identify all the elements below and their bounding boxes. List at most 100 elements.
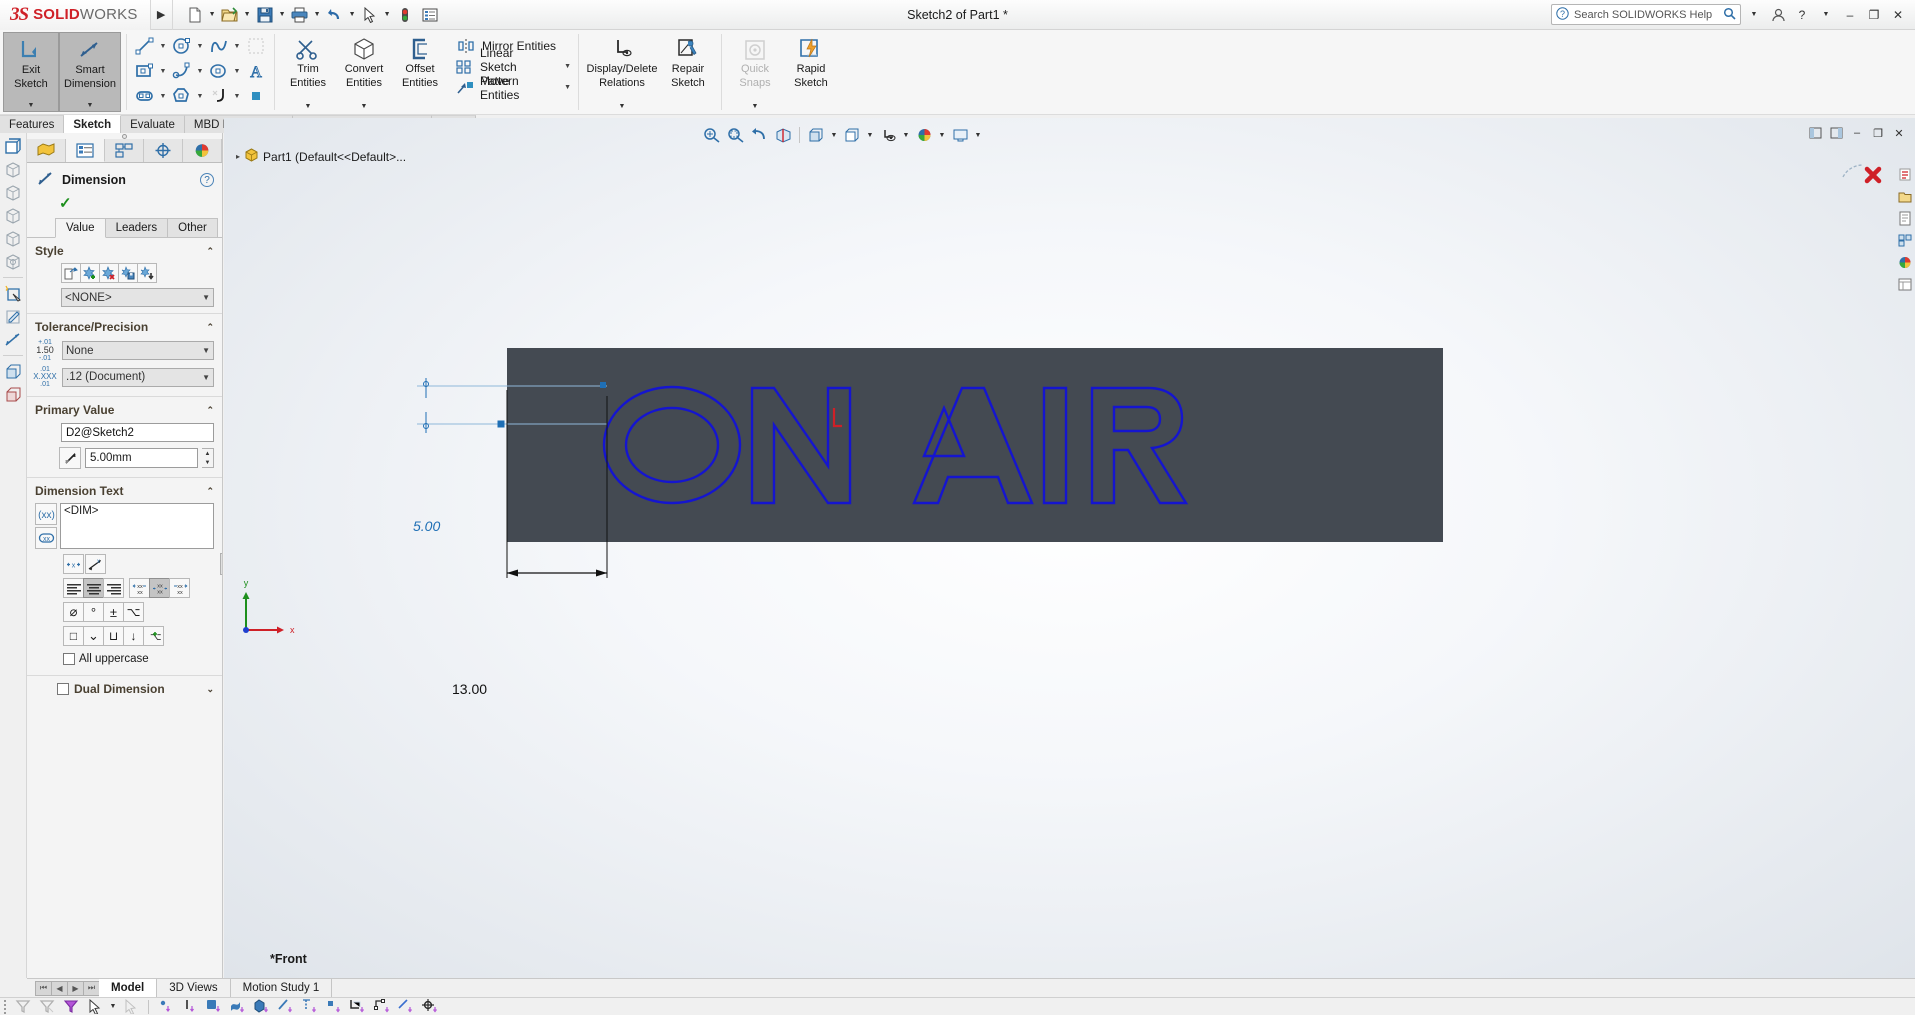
add-parenthesis-button[interactable]: (xx) [35,503,57,525]
options-gear-icon[interactable] [418,3,442,27]
section-view-icon[interactable] [772,125,794,145]
tab-motion-study-1[interactable]: Motion Study 1 [231,979,333,997]
file-explorer-icon[interactable] [1895,209,1914,228]
right-view-icon[interactable] [2,228,25,249]
dimension-text-section-header[interactable]: Dimension Text ⌃ [27,477,222,501]
inspection-dimension-button[interactable]: xx [35,527,57,549]
chevron-down-icon[interactable]: ▼ [202,346,210,355]
sketch-pattern-icon[interactable] [243,34,269,58]
line-tool-dropdown[interactable]: ▼ [158,34,168,58]
hide-show-items-icon[interactable] [877,125,899,145]
move-entities-row[interactable]: Move Entities ▼ [454,77,573,98]
spline-tool-icon[interactable] [206,34,232,58]
dimension-value-input[interactable]: 5.00mm [85,448,198,468]
zoom-to-fit-icon[interactable] [700,125,722,145]
back-view-icon[interactable] [2,182,25,203]
linear-sketch-pattern-dropdown[interactable]: ▼ [550,63,571,70]
apply-scene-icon[interactable] [949,125,971,145]
view-palette-icon[interactable] [1895,231,1914,250]
view-orientation-dropdown[interactable]: ▼ [829,125,839,145]
precision-combobox[interactable]: .12 (Document) ▼ [62,368,214,387]
extrude-boss-icon[interactable] [2,361,25,382]
menu-expand-arrow[interactable]: ▶ [151,0,173,30]
surface-filter-icon[interactable] [227,998,249,1015]
quick-snaps-dropdown[interactable]: ▼ [752,103,759,112]
print-document-dropdown[interactable]: ▼ [313,3,322,27]
tab-model[interactable]: Model [99,979,157,997]
degree-symbol-button[interactable]: ° [83,602,104,622]
edit-appearance-icon[interactable] [913,125,935,145]
help-icon[interactable]: ? [1791,3,1813,27]
text-left-of-dimension-button[interactable]: xxxx [129,578,150,598]
top-view-icon[interactable] [2,251,25,272]
rectangle-tool-icon[interactable] [132,59,158,83]
custom-properties-icon[interactable] [1895,275,1914,294]
fillet-tool-dropdown[interactable]: ▼ [232,84,242,108]
user-account-icon[interactable] [1767,3,1789,27]
style-combobox[interactable]: <NONE> ▼ [61,288,214,307]
left-view-icon[interactable] [2,205,25,226]
trim-entities-button[interactable]: Trim Entities ▼ [280,32,336,112]
new-document-icon[interactable] [183,3,207,27]
display-delete-relations-button[interactable]: Display/Delete Relations ▼ [584,32,660,112]
new-sketch-icon[interactable] [2,283,25,304]
first-tab-button[interactable]: ⏮ [35,981,52,996]
tab-leaders[interactable]: Leaders [105,218,169,237]
convert-entities-dropdown[interactable]: ▼ [361,103,368,112]
slot-tool-icon[interactable] [132,84,158,108]
extrude-cut-icon[interactable] [2,384,25,405]
convert-entities-button[interactable]: Convert Entities ▼ [336,32,392,112]
maximize-graphics-button[interactable]: ❐ [1868,124,1888,142]
save-document-icon[interactable] [253,3,277,27]
configuration-manager-tab[interactable] [105,139,144,162]
maximize-button[interactable]: ❐ [1863,3,1885,27]
align-left-button[interactable] [63,578,84,598]
text-right-of-dimension-button[interactable]: xxxx [169,578,190,598]
isometric-view-icon[interactable] [2,136,25,157]
restore-panel-right-icon[interactable] [1826,124,1846,142]
select-other-icon[interactable] [120,998,142,1015]
smart-dimension-button[interactable]: Smart Dimension ▼ [59,32,121,112]
hide-show-items-dropdown[interactable]: ▼ [901,125,911,145]
property-manager-tab[interactable] [66,139,105,162]
expand-icon[interactable]: ▸ [236,152,240,161]
plus-minus-symbol-button[interactable]: ± [103,602,124,622]
ellipse-tool-icon[interactable] [206,59,232,83]
more-dimension-text-button[interactable]: x [63,554,84,574]
align-right-button[interactable] [103,578,124,598]
filter-clear-icon[interactable] [36,998,58,1015]
text-tool-icon[interactable]: A [243,59,269,83]
graphics-area[interactable]: y x 5.00 13.00 [224,118,1915,978]
solidworks-logo[interactable]: 3S SOLIDWORKS [0,0,151,30]
origin-filter-icon[interactable] [419,998,441,1015]
design-library-icon[interactable] [1895,187,1914,206]
primary-value-section-header[interactable]: Primary Value ⌃ [27,396,222,420]
display-delete-relations-dropdown[interactable]: ▼ [619,103,626,112]
polygon-tool-icon[interactable] [169,84,195,108]
undo-dropdown[interactable]: ▼ [348,3,357,27]
trim-curve-icon[interactable] [169,59,195,83]
tolerance-precision-section-header[interactable]: Tolerance/Precision ⌃ [27,313,222,337]
save-document-dropdown[interactable]: ▼ [278,3,287,27]
tab-features[interactable]: Features [0,115,64,133]
load-style-button[interactable] [137,263,157,283]
dimension-text-area[interactable]: <DIM> [60,503,214,549]
edge-filter-icon[interactable] [275,998,297,1015]
offset-entities-button[interactable]: Offset Entities [392,32,448,112]
appearances-scenes-icon[interactable] [1895,253,1914,272]
solid-filter-icon[interactable] [251,998,273,1015]
next-tab-button[interactable]: ▶ [67,981,84,996]
all-uppercase-checkbox[interactable] [63,653,75,665]
select-icon[interactable] [84,998,106,1015]
sketch-point-filter-icon[interactable] [395,998,417,1015]
solidworks-resources-icon[interactable] [1895,165,1914,184]
polygon-tool-dropdown[interactable]: ▼ [195,84,205,108]
previous-view-icon[interactable] [748,125,770,145]
fillet-tool-icon[interactable] [206,84,232,108]
link-value-button[interactable] [59,447,81,469]
tab-3d-views[interactable]: 3D Views [157,979,230,997]
align-center-button[interactable] [83,578,104,598]
rebuild-traffic-light-icon[interactable] [393,3,417,27]
tab-evaluate[interactable]: Evaluate [121,115,185,133]
front-view-icon[interactable] [2,159,25,180]
